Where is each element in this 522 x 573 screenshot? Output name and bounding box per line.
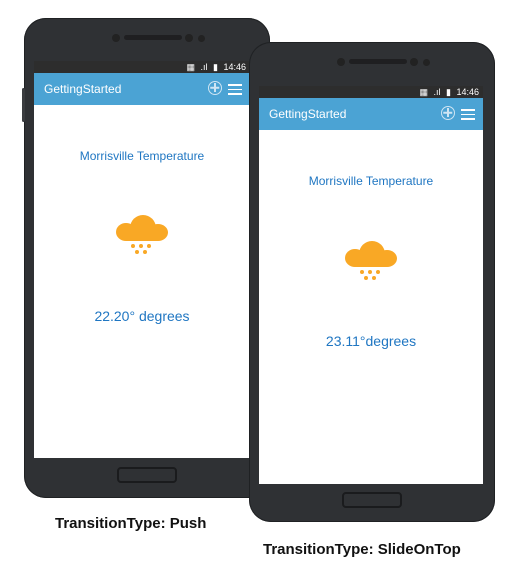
city-label: Morrisville Temperature [308,174,434,188]
settings-wheel-icon[interactable] [441,106,455,120]
signal-icon: .ıl [200,62,208,72]
status-time: 14:46 [456,87,479,97]
caption-push: TransitionType: Push [55,515,207,532]
sensor-dot [112,34,120,42]
camera-dot [410,58,418,66]
sensor-dot [337,58,345,66]
status-bar: ▦ .ıl ▮ 14:46 [34,61,250,73]
cloud-snow-icon [345,233,397,281]
settings-wheel-icon[interactable] [208,81,222,95]
phone-push: ▦ .ıl ▮ 14:46 GettingStarted Morrisville… [22,18,270,498]
signal-icon: .ıl [433,87,441,97]
camera-dot [185,34,193,42]
app-title: GettingStarted [269,107,347,121]
speaker-grille [124,35,182,40]
caption-slideontop: TransitionType: SlideOnTop [263,541,461,558]
earpiece-area [24,33,270,43]
hamburger-menu-icon[interactable] [461,109,475,120]
home-button[interactable] [117,467,177,483]
wifi-icon: ▦ [186,62,195,72]
city-label: Morrisville Temperature [79,149,205,163]
battery-icon: ▮ [213,62,218,72]
app-bar: GettingStarted [259,98,483,130]
screen-slideontop: ▦ .ıl ▮ 14:46 GettingStarted Morrisville… [259,86,483,484]
camera-dot-2 [198,35,205,42]
battery-icon: ▮ [446,87,451,97]
app-title: GettingStarted [44,82,122,96]
app-bar: GettingStarted [34,73,250,105]
status-time: 14:46 [223,62,246,72]
hamburger-menu-icon[interactable] [228,84,242,95]
status-bar: ▦ .ıl ▮ 14:46 [259,86,483,98]
screen-push: ▦ .ıl ▮ 14:46 GettingStarted Morrisville… [34,61,250,458]
phone-slideontop: ▦ .ıl ▮ 14:46 GettingStarted Morrisville… [249,42,495,522]
volume-button [22,88,25,122]
cloud-snow-icon [116,207,168,255]
earpiece-area [249,57,495,67]
speaker-grille [349,59,407,64]
wifi-icon: ▦ [419,87,428,97]
home-button[interactable] [342,492,402,508]
camera-dot-2 [423,59,430,66]
temperature-value: 22.20° degrees [94,308,190,324]
temperature-value: 23.11°degrees [325,333,417,349]
